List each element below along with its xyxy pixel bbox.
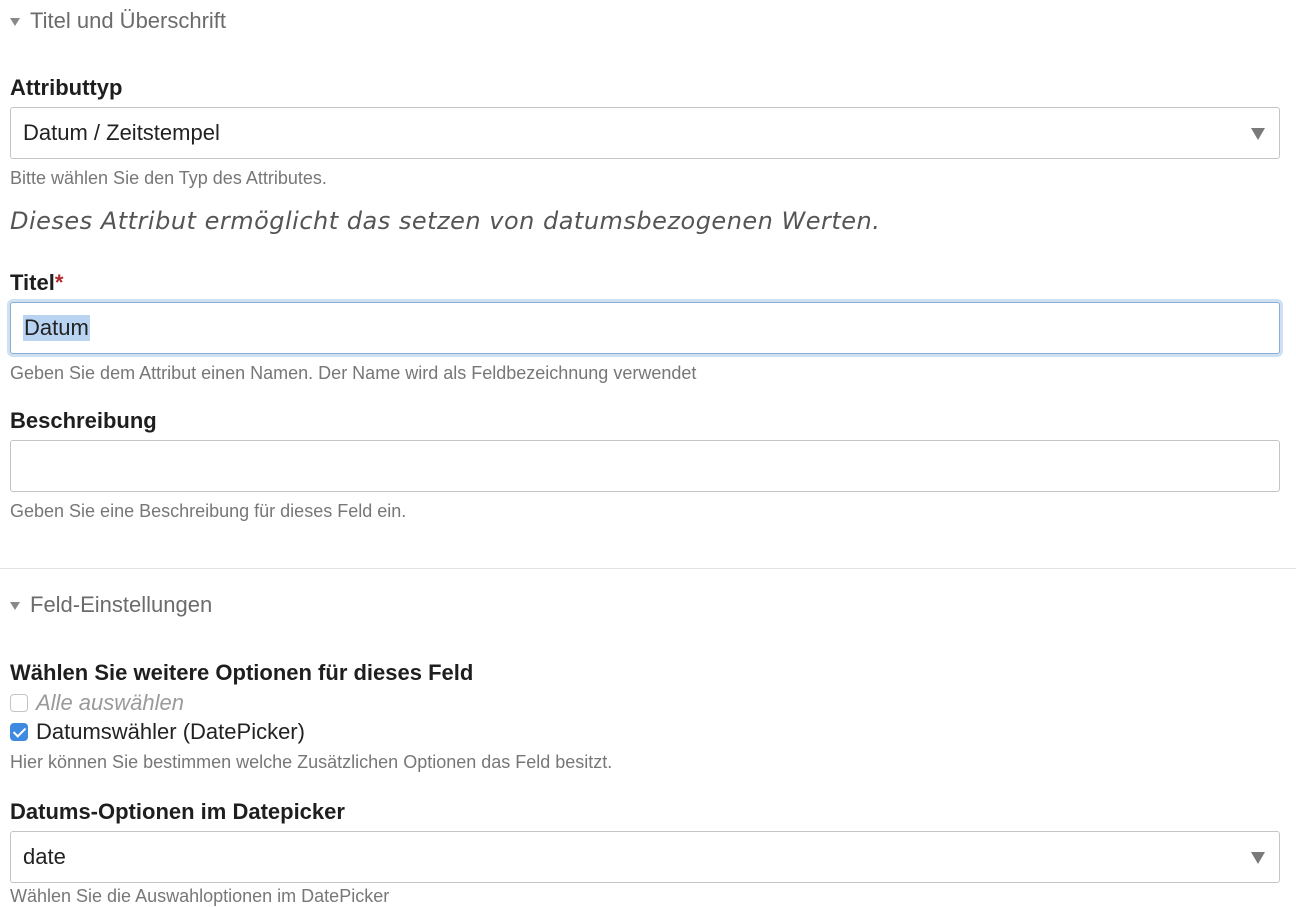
section-toggle-field-settings[interactable]: Feld-Einstellungen [10, 592, 212, 618]
section-toggle-title[interactable]: Titel und Überschrift [10, 8, 226, 34]
date-options-label: Datums-Optionen im Datepicker [10, 799, 345, 824]
options-label: Wählen Sie weitere Optionen für dieses F… [10, 660, 474, 685]
description-input[interactable] [10, 440, 1280, 492]
section-field-settings-label: Feld-Einstellungen [30, 592, 213, 617]
title-input[interactable]: Datum [10, 302, 1280, 354]
date-options-value: date [23, 844, 66, 869]
date-options-help: Wählen Sie die Auswahloptionen im DatePi… [10, 886, 390, 906]
title-label-text: Titel [10, 270, 55, 295]
select-all-label: Alle auswählen [36, 690, 184, 715]
attribute-type-description: Dieses Attribut ermöglicht das setzen vo… [10, 207, 881, 235]
triangle-down-icon [10, 18, 20, 26]
select-all-option[interactable]: Alle auswählen [10, 690, 184, 716]
attribute-type-help: Bitte wählen Sie den Typ des Attributes. [10, 168, 327, 188]
title-help: Geben Sie dem Attribut einen Namen. Der … [10, 363, 697, 383]
attribute-type-label: Attributtyp [10, 75, 123, 100]
select-all-checkbox[interactable] [10, 694, 28, 712]
attribute-type-value: Datum / Zeitstempel [23, 120, 220, 145]
datepicker-label: Datumswähler (DatePicker) [36, 719, 305, 744]
title-label: Titel* [10, 270, 63, 296]
datepicker-checkbox[interactable] [10, 723, 28, 741]
date-options-select[interactable]: date [10, 831, 1280, 883]
description-label: Beschreibung [10, 408, 157, 433]
options-help: Hier können Sie bestimmen welche Zusätzl… [10, 752, 613, 772]
caret-down-icon [1251, 128, 1265, 140]
description-help: Geben Sie eine Beschreibung für dieses F… [10, 501, 407, 521]
required-mark: * [54, 270, 64, 295]
title-input-value: Datum [23, 315, 90, 341]
attribute-form: Titel und Überschrift Attributtyp Datum … [0, 0, 1296, 906]
datepicker-option[interactable]: Datumswähler (DatePicker) [10, 719, 305, 745]
triangle-down-icon [10, 602, 20, 610]
section-title-label: Titel und Überschrift [30, 8, 227, 33]
section-divider [0, 568, 1296, 569]
attribute-type-select[interactable]: Datum / Zeitstempel [10, 107, 1280, 159]
caret-down-icon [1251, 852, 1265, 864]
